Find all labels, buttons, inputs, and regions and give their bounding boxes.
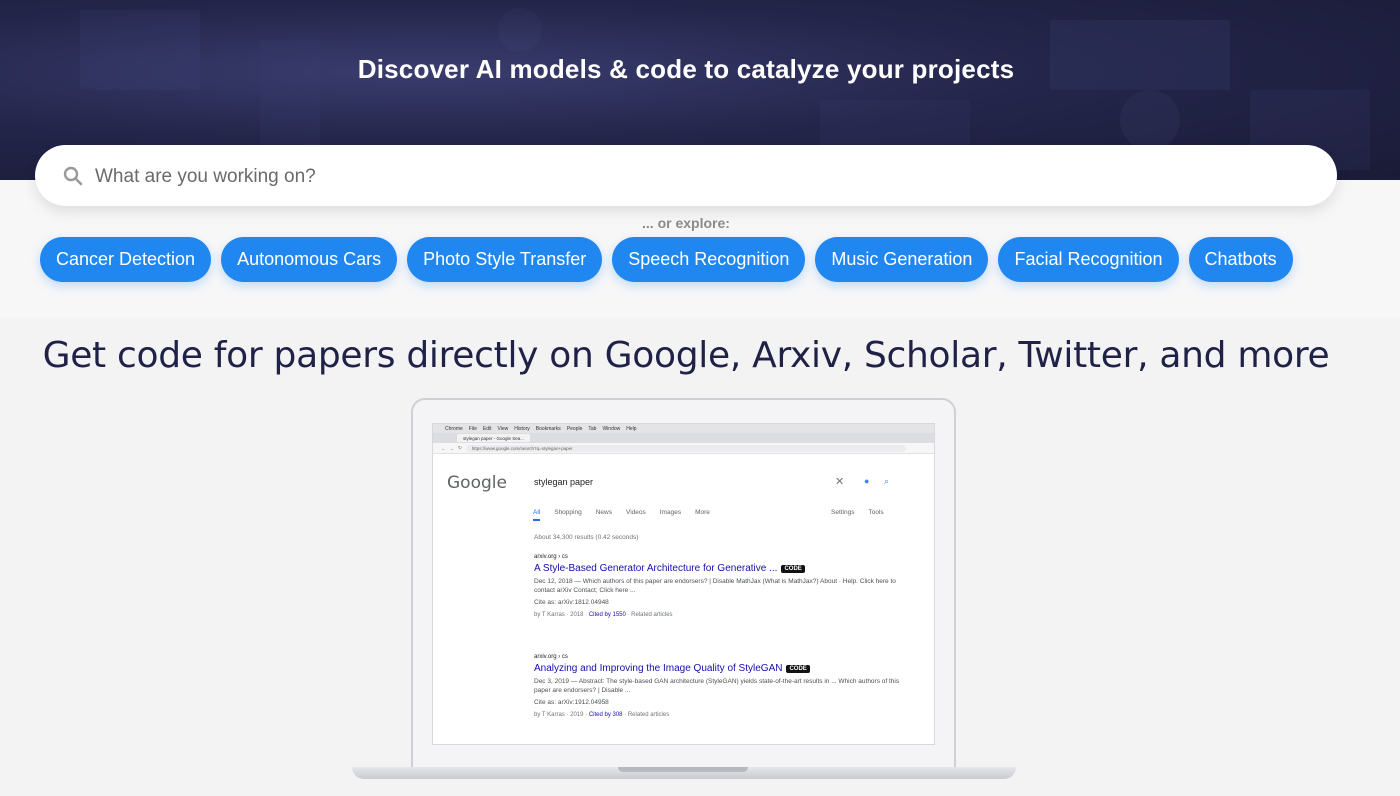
forward-arrow-icon: → <box>449 445 455 451</box>
code-badge: CODE <box>781 564 805 573</box>
browser-address-bar: ← → ↻ https://www.google.com/search?q=st… <box>433 443 934 454</box>
topic-pill-speech-recognition[interactable]: Speech Recognition <box>612 237 806 282</box>
browser-tabbar: stylegan paper - Google Sea... <box>433 433 934 443</box>
menubar-item: Bookmarks <box>535 425 561 432</box>
promo-title: Get code for papers directly on Google, … <box>42 335 1330 376</box>
google-tab-news: News <box>595 509 612 516</box>
google-tabs: All Shopping News Videos Images More <box>533 509 710 521</box>
result-cited-by: Cited by 308 <box>588 712 623 718</box>
google-query: stylegan paper <box>534 477 594 487</box>
microphone-icon: ● <box>864 476 870 486</box>
menubar-item: View <box>497 425 509 432</box>
result-cited-by: Cited by 1550 <box>588 612 626 618</box>
google-tab-all: All <box>533 509 541 521</box>
result-author: by T Karras · 2019 · <box>534 712 588 718</box>
search-input[interactable] <box>95 160 1295 194</box>
back-arrow-icon: ← <box>441 445 446 451</box>
topic-pills: Cancer Detection Autonomous Cars Photo S… <box>40 237 1293 282</box>
search-result: arxiv.org › cs A Style-Based Generator A… <box>534 554 914 618</box>
result-arxiv: Cite as: arXiv:1812.04948 <box>534 599 609 606</box>
laptop-screen: Chrome File Edit View History Bookmarks … <box>432 423 935 745</box>
code-badge: CODE <box>786 664 810 673</box>
result-author: by T Karras · 2018 · <box>534 612 588 618</box>
topic-pill-autonomous-cars[interactable]: Autonomous Cars <box>221 237 398 282</box>
google-tab-videos: Videos <box>625 509 646 516</box>
menubar-item: People <box>566 425 583 432</box>
topic-pill-cancer-detection[interactable]: Cancer Detection <box>40 237 212 282</box>
google-settings: Settings <box>831 509 855 516</box>
result-title: Analyzing and Improving the Image Qualit… <box>534 663 783 674</box>
browser-url: https://www.google.com/search?q=stylegan… <box>465 444 906 452</box>
topic-pill-chatbots[interactable]: Chatbots <box>1188 237 1293 282</box>
search-icon: ⌕ <box>884 476 890 486</box>
google-tab-images: Images <box>659 509 682 516</box>
search-icon <box>63 166 83 186</box>
browser-tab: stylegan paper - Google Sea... <box>457 434 531 442</box>
close-icon: ✕ <box>835 476 845 488</box>
laptop-notch <box>618 767 748 772</box>
menubar-item: Window <box>602 425 621 432</box>
google-logo: Google <box>447 473 507 493</box>
menubar-item: Tab <box>588 425 597 432</box>
menubar-item: Chrome <box>445 425 463 432</box>
mac-menubar: Chrome File Edit View History Bookmarks … <box>433 424 934 433</box>
result-title-row: Analyzing and Improving the Image Qualit… <box>534 663 914 674</box>
hero-title: Discover AI models & code to catalyze yo… <box>357 54 1015 84</box>
result-meta: by T Karras · 2018 · Cited by 1550 · Rel… <box>534 612 914 618</box>
result-cite: arxiv.org › cs <box>534 654 568 660</box>
google-tab-shopping: Shopping <box>554 509 582 516</box>
result-title: A Style-Based Generator Architecture for… <box>534 563 778 574</box>
google-tools-link: Tools <box>868 509 884 516</box>
result-meta: by T Karras · 2019 · Cited by 308 · Rela… <box>534 712 914 718</box>
topic-pill-photo-style-transfer[interactable]: Photo Style Transfer <box>407 237 603 282</box>
google-tools: Settings Tools <box>831 509 884 516</box>
reload-icon: ↻ <box>458 445 462 450</box>
menubar-item: History <box>514 425 530 432</box>
menubar-item: Edit <box>482 425 492 432</box>
result-related: · Related articles <box>627 612 673 618</box>
result-arxiv: Cite as: arXiv:1912.04958 <box>534 699 609 706</box>
menubar-item: Help <box>626 425 637 432</box>
result-title-row: A Style-Based Generator Architecture for… <box>534 563 914 574</box>
google-tab-more: More <box>695 509 710 516</box>
menubar-item: File <box>468 425 477 432</box>
result-related: · Related articles <box>624 712 670 718</box>
topic-pill-facial-recognition[interactable]: Facial Recognition <box>998 237 1179 282</box>
result-cite: arxiv.org › cs <box>534 554 568 560</box>
result-snippet: Dec 12, 2018 — Which authors of this pap… <box>534 578 896 594</box>
topic-pill-music-generation[interactable]: Music Generation <box>815 237 989 282</box>
explore-label: ... or explore: <box>642 215 730 231</box>
search-result: arxiv.org › cs Analyzing and Improving t… <box>534 654 914 718</box>
result-stats: About 34,300 results (0.42 seconds) <box>534 534 639 541</box>
result-snippet: Dec 3, 2019 — Abstract: The style-based … <box>534 678 900 694</box>
